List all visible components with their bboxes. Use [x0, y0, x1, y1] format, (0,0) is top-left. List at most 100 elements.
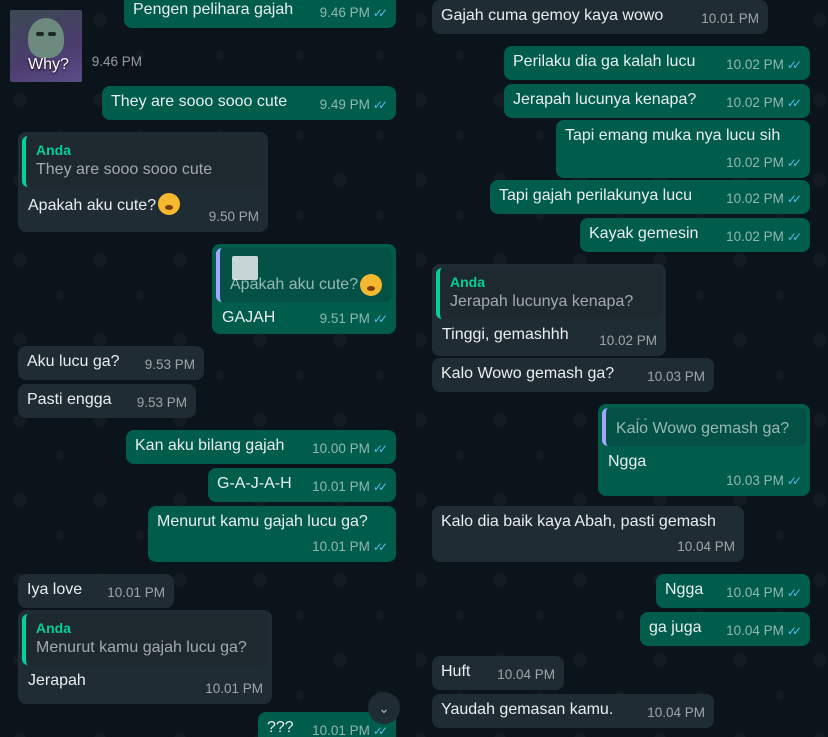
quoted-message[interactable]: Anda Jerapah lucunya kenapa?	[436, 268, 662, 319]
message-meta: 10.04 PM	[677, 537, 735, 557]
quoted-message[interactable]: Apakah aku cute?	[216, 248, 392, 302]
message-bubble[interactable]: Tapi emang muka nya lucu sih 10.02 PM ✓✓	[556, 120, 810, 178]
message-bubble[interactable]: Apakah aku cute? GAJAH 9.51 PM ✓✓	[212, 244, 396, 334]
double-check-icon: ✓✓	[786, 96, 802, 110]
message-meta: 9.46 PM	[92, 52, 142, 72]
message-time: 10.01 PM	[312, 479, 370, 494]
message-meta: 10.04 PM ✓✓	[726, 621, 802, 641]
double-check-icon: ✓✓	[372, 442, 388, 456]
message-time: 9.51 PM	[319, 311, 370, 326]
message-meta: 10.04 PM ✓✓	[726, 583, 802, 603]
message-time: 10.01 PM	[107, 585, 165, 600]
message-bubble[interactable]: Pasti engga 9.53 PM	[18, 384, 196, 418]
message-text: Tapi gajah perilakunya lucu	[499, 187, 693, 204]
message-time: 9.46 PM	[319, 5, 370, 20]
message-bubble[interactable]: Pengen pelihara gajah 9.46 PM ✓✓	[124, 0, 396, 28]
double-check-icon: ✓✓	[786, 230, 802, 244]
message-meta: 10.01 PM	[107, 583, 165, 603]
message-text: Apakah aku cute?	[28, 197, 157, 214]
sticker-meta: 9.46 PM	[72, 48, 150, 78]
message-time: 10.02 PM	[726, 95, 784, 110]
message-bubble[interactable]: Kalo dia baik kaya Abah, pasti gemash 10…	[432, 506, 744, 562]
message-time: 10.01 PM	[205, 681, 263, 696]
message-meta: 10.01 PM ✓✓	[312, 721, 388, 737]
quoted-sticker-thumbnail	[232, 256, 258, 280]
message-bubble[interactable]: Jerapah lucunya kenapa? 10.02 PM ✓✓	[504, 84, 810, 118]
message-bubble[interactable]: G-A-J-A-H 10.01 PM ✓✓	[208, 468, 396, 502]
message-text: Pasti engga	[27, 391, 112, 408]
message-text: Tapi emang muka nya lucu sih	[565, 127, 781, 144]
message-bubble[interactable]: Anda Menurut kamu gajah lucu ga? Jerapah…	[18, 610, 272, 704]
message-meta: 10.02 PM	[599, 331, 657, 351]
message-meta: 9.53 PM	[145, 355, 195, 375]
message-time: 10.04 PM	[647, 705, 705, 720]
message-meta: 10.01 PM	[205, 679, 263, 699]
message-time: 10.01 PM	[312, 539, 370, 554]
flushed-emoji-icon	[360, 274, 383, 296]
message-bubble[interactable]: Iya love 10.01 PM	[18, 574, 174, 608]
message-meta: 10.02 PM ✓✓	[726, 153, 802, 173]
quoted-message[interactable]: Anda Menurut kamu gajah lucu ga?	[22, 614, 268, 665]
screenshot-divider	[414, 0, 416, 737]
message-time: 10.04 PM	[677, 539, 735, 554]
quoted-message[interactable]: Anda They are sooo sooo cute	[22, 136, 264, 187]
message-meta: 10.01 PM ✓✓	[312, 477, 388, 497]
message-time: 10.02 PM	[726, 155, 784, 170]
message-bubble[interactable]: Menurut kamu gajah lucu ga? 10.01 PM ✓✓	[148, 506, 396, 562]
message-bubble[interactable]: Yaudah gemasan kamu. 10.04 PM	[432, 694, 714, 728]
message-time: 10.04 PM	[726, 623, 784, 638]
message-bubble[interactable]: - - Kalo Wowo gemash ga? Ngga 10.03 PM ✓✓	[598, 404, 810, 496]
double-check-icon: ✓✓	[372, 540, 388, 554]
message-time: 10.02 PM	[599, 333, 657, 348]
message-text: Kalo dia baik kaya Abah, pasti gemash	[441, 513, 716, 530]
message-bubble[interactable]: They are sooo sooo cute 9.49 PM ✓✓	[102, 86, 396, 120]
sticker-character	[28, 18, 64, 58]
message-bubble[interactable]: Huft 10.04 PM	[432, 656, 564, 690]
message-bubble[interactable]: Perilaku dia ga kalah lucu 10.02 PM ✓✓	[504, 46, 810, 80]
message-meta: 10.02 PM ✓✓	[726, 55, 802, 75]
message-bubble[interactable]: Ngga 10.04 PM ✓✓	[656, 574, 810, 608]
message-meta: 10.01 PM ✓✓	[312, 537, 388, 557]
message-bubble[interactable]: Kayak gemesin 10.02 PM ✓✓	[580, 218, 810, 252]
message-meta: 9.50 PM	[209, 207, 259, 227]
double-check-icon: ✓✓	[786, 474, 802, 488]
message-bubble[interactable]: Gajah cuma gemoy kaya wowo 10.01 PM	[432, 0, 768, 34]
message-meta: 10.03 PM	[647, 367, 705, 387]
message-time: 9.50 PM	[208, 209, 259, 224]
message-bubble[interactable]: Anda Jerapah lucunya kenapa? Tinggi, gem…	[432, 264, 666, 356]
message-text: G-A-J-A-H	[217, 475, 292, 492]
message-meta: 10.02 PM ✓✓	[726, 189, 802, 209]
flushed-emoji-icon	[158, 193, 181, 215]
chevron-down-icon[interactable]: ⌄	[368, 692, 400, 724]
message-meta: 10.01 PM	[701, 9, 759, 29]
message-text: Kalo Wowo gemash ga?	[441, 365, 615, 382]
message-text: Huft	[441, 663, 471, 680]
message-bubble[interactable]: ga juga 10.04 PM ✓✓	[640, 612, 810, 646]
message-bubble[interactable]: Kalo Wowo gemash ga? 10.03 PM	[432, 358, 714, 392]
message-time: 10.03 PM	[726, 473, 784, 488]
double-check-icon: ✓✓	[372, 312, 388, 326]
message-bubble[interactable]: Tapi gajah perilakunya lucu 10.02 PM ✓✓	[490, 180, 810, 214]
message-bubble[interactable]: Kan aku bilang gajah 10.00 PM ✓✓	[126, 430, 396, 464]
quote-author: Anda	[450, 274, 485, 290]
message-bubble[interactable]: Aku lucu ga? 9.53 PM	[18, 346, 204, 380]
message-text: Ngga	[665, 581, 704, 598]
message-time: 9.53 PM	[144, 357, 195, 372]
message-text: ???	[267, 719, 294, 736]
message-bubble[interactable]: Anda They are sooo sooo cute Apakah aku …	[18, 132, 268, 232]
quoted-message[interactable]: - - Kalo Wowo gemash ga?	[602, 408, 806, 446]
message-meta: 10.02 PM ✓✓	[726, 227, 802, 247]
message-text: Menurut kamu gajah lucu ga?	[157, 513, 368, 530]
message-text: Aku lucu ga?	[27, 353, 120, 370]
message-text: Pengen pelihara gajah	[133, 1, 294, 18]
quote-author: Anda	[36, 620, 71, 636]
message-text: Iya love	[27, 581, 83, 598]
double-check-icon: ✓✓	[372, 6, 388, 20]
message-meta: 10.00 PM ✓✓	[312, 439, 388, 459]
message-time: 10.02 PM	[726, 229, 784, 244]
message-time: 10.04 PM	[497, 667, 555, 682]
double-check-icon: ✓✓	[372, 98, 388, 112]
message-text: They are sooo sooo cute	[111, 93, 288, 110]
message-meta: 9.46 PM ✓✓	[319, 3, 388, 23]
double-check-icon: ✓✓	[786, 58, 802, 72]
